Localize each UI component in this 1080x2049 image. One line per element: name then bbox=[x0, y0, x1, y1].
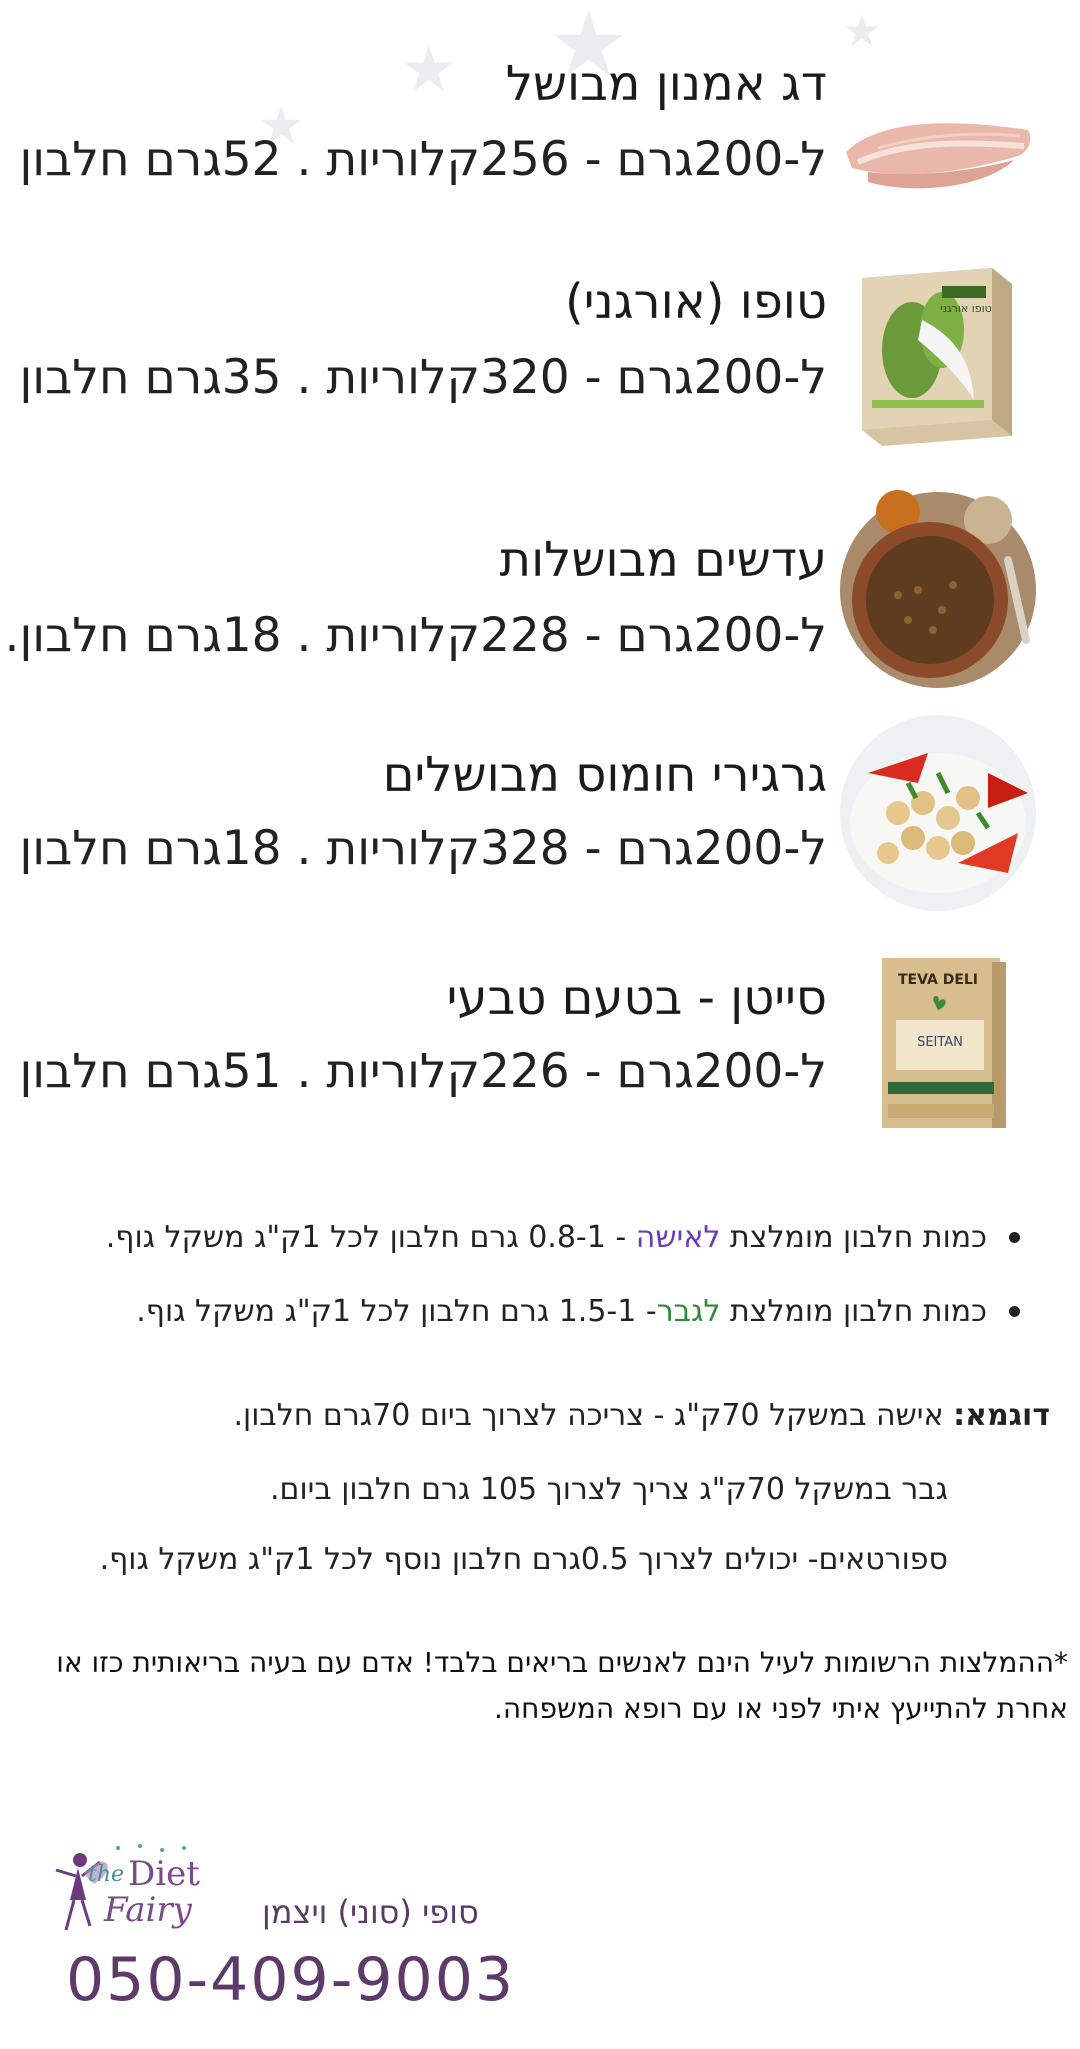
logo-fairy: Fairy bbox=[104, 1890, 192, 1930]
food-details: ל-200גרם - 320קלוריות . 35גרם חלבון bbox=[19, 350, 827, 405]
recommendations-list: כמות חלבון מומלצת לאישה - 0.8-1 גרם חלבו… bbox=[20, 1200, 1020, 1348]
food-details: ל-200גרם - 226קלוריות . 51גרם חלבון bbox=[19, 1044, 827, 1099]
recommendation-text: כמות חלבון מומלצת לאישה - 0.8-1 גרם חלבו… bbox=[106, 1220, 987, 1255]
example-line-1: דוגמא: אישה במשקל 70ק"ג - צריכה לצרוך בי… bbox=[234, 1398, 1051, 1433]
lentils-bowl-image bbox=[840, 490, 1036, 688]
example-line-2: גבר במשקל 70ק"ג צריך לצרוך 105 גרם חלבון… bbox=[270, 1472, 948, 1507]
phone-number[interactable]: 050-409-9003 bbox=[66, 1945, 515, 2015]
recommendation-man-highlight: לגבר bbox=[656, 1293, 721, 1329]
recommendation-suffix: - 0.8-1 גרם חלבון לכל 1ק"ג משקל גוף. bbox=[105, 1219, 636, 1255]
package-brand: TEVA DELI bbox=[898, 972, 978, 988]
list-item: כמות חלבון מומלצת לאישה - 0.8-1 גרם חלבו… bbox=[20, 1200, 1020, 1274]
bullet-icon bbox=[1009, 1231, 1020, 1243]
recommendation-text: כמות חלבון מומלצת לגבר- 1.5-1 גרם חלבון … bbox=[136, 1294, 987, 1329]
tofu-package-image: טופו אורגני bbox=[862, 268, 1012, 446]
food-item-fish: דג אמנון מבושל ל-200גרם - 256קלוריות . 5… bbox=[0, 50, 1080, 200]
example-text: אישה במשקל 70ק"ג - צריכה לצרוך ביום 70גר… bbox=[233, 1398, 954, 1433]
recommendation-woman-highlight: לאישה bbox=[635, 1219, 721, 1255]
food-name: עדשים מבושלות bbox=[499, 532, 827, 588]
list-item: כמות חלבון מומלצת לגבר- 1.5-1 גרם חלבון … bbox=[20, 1274, 1020, 1348]
food-name: גרגירי חומוס מבושלים bbox=[382, 747, 827, 803]
food-name: דג אמנון מבושל bbox=[505, 56, 827, 112]
chickpea-salad-image bbox=[840, 715, 1036, 911]
package-label: טופו אורגני bbox=[940, 302, 991, 315]
food-details: ל-200גרם - 328קלוריות . 18גרם חלבון bbox=[19, 821, 827, 876]
example-line-3: ספורטאים- יכולים לצרוך 0.5גרם חלבון נוסף… bbox=[99, 1542, 948, 1577]
diet-fairy-logo: the Diet Fairy bbox=[48, 1840, 228, 1940]
bullet-icon bbox=[1009, 1305, 1020, 1317]
star-icon: ★ bbox=[842, 6, 882, 57]
package-product: SEITAN bbox=[917, 1035, 963, 1050]
author-name: סופי (סוני) ויצמן bbox=[262, 1893, 479, 1931]
food-item-seitan: סייטן - בטעם טבעי ל-200גרם - 226קלוריות … bbox=[0, 958, 1080, 1150]
food-details: ל-200גרם - 256קלוריות . 52גרם חלבון bbox=[19, 132, 827, 187]
example-label: דוגמא: bbox=[953, 1398, 1050, 1433]
recommendation-prefix: כמות חלבון מומלצת bbox=[720, 1293, 987, 1329]
food-details: ל-200גרם - 228קלוריות . 18גרם חלבון. bbox=[4, 608, 827, 663]
food-item-chickpeas: גרגירי חומוס מבושלים ל-200גרם - 328קלורי… bbox=[0, 715, 1080, 925]
fish-fillet-image bbox=[846, 123, 1031, 189]
disclaimer-note: *ההמלצות הרשומות לעיל הינם לאנשים בריאים… bbox=[56, 1646, 1068, 1725]
food-name: טופו (אורגני) bbox=[565, 274, 827, 330]
recommendation-prefix: כמות חלבון מומלצת bbox=[720, 1219, 987, 1255]
food-name: סייטן - בטעם טבעי bbox=[446, 970, 827, 1026]
seitan-package-image: TEVA DELI SEITAN bbox=[882, 958, 1006, 1128]
logo-diet: Diet bbox=[128, 1854, 200, 1894]
logo-the: the bbox=[88, 1862, 125, 1887]
food-item-lentils: עדשים מבושלות ל-200גרם - 228קלוריות . 18… bbox=[0, 490, 1080, 720]
recommendation-suffix: - 1.5-1 גרם חלבון לכל 1ק"ג משקל גוף. bbox=[136, 1293, 657, 1329]
food-item-tofu: טופו (אורגני) ל-200גרם - 320קלוריות . 35… bbox=[0, 268, 1080, 450]
